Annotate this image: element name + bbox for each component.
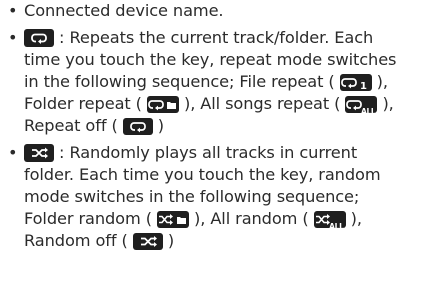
item-text: time you touch the key, repeat mode swit… bbox=[24, 50, 397, 69]
random-off-icon bbox=[132, 233, 163, 250]
icon-badge: 1 bbox=[359, 81, 367, 92]
list-item-device-name: • Connected device name. bbox=[8, 0, 420, 22]
item-text: ), All random ( bbox=[188, 209, 314, 228]
item-line: : Repeats the current track/folder. Each bbox=[24, 27, 420, 49]
item-text: : Randomly plays all tracks in current bbox=[54, 143, 358, 162]
manual-page: • Connected device name. • : Repeats the… bbox=[8, 0, 420, 252]
item-text: mode switches in the following sequence; bbox=[24, 187, 360, 206]
shuffle-key-icon bbox=[24, 144, 54, 162]
item-text: Folder repeat ( bbox=[24, 94, 147, 113]
item-text: ), bbox=[377, 94, 394, 113]
item-text: in the following sequence; File repeat ( bbox=[24, 72, 340, 91]
icon-badge: ALL bbox=[329, 222, 344, 231]
bullet: • bbox=[8, 143, 18, 162]
item-text: ) bbox=[152, 116, 164, 135]
item-text: Repeat off ( bbox=[24, 116, 123, 135]
list-item-random: • : Randomly plays all tracks in current… bbox=[8, 142, 420, 252]
item-line: in the following sequence; File repeat (… bbox=[24, 71, 420, 93]
item-text: Folder random ( bbox=[24, 209, 157, 228]
item-text: ), bbox=[345, 209, 362, 228]
all-random-icon: ALL bbox=[313, 211, 346, 231]
all-repeat-icon: ALL bbox=[345, 96, 378, 116]
repeat-key-icon bbox=[24, 29, 54, 47]
item-line: : Randomly plays all tracks in current bbox=[24, 142, 420, 164]
bullet: • bbox=[8, 1, 18, 20]
item-text: Connected device name. bbox=[24, 1, 224, 20]
item-text: : Repeats the current track/folder. Each bbox=[54, 28, 374, 47]
item-line: Folder random ( ), All random ( ALL ), bbox=[24, 208, 420, 231]
item-text: folder. Each time you touch the key, ran… bbox=[24, 165, 381, 184]
bullet: • bbox=[8, 28, 18, 47]
item-line: Folder repeat ( ), All songs repeat ( AL… bbox=[24, 93, 420, 116]
icon-badge: ALL bbox=[360, 107, 376, 116]
folder-repeat-icon bbox=[146, 96, 179, 113]
item-text: ), bbox=[371, 72, 388, 91]
item-text: ) bbox=[162, 231, 175, 250]
item-line: Random off ( ) bbox=[24, 230, 420, 252]
item-text: Random off ( bbox=[24, 231, 133, 250]
repeat-off-icon bbox=[122, 118, 153, 135]
list-item-repeat: • : Repeats the current track/folder. Ea… bbox=[8, 27, 420, 137]
folder-random-icon bbox=[156, 211, 189, 228]
item-text: ), All songs repeat ( bbox=[178, 94, 346, 113]
file-repeat-icon: 1 bbox=[339, 74, 372, 92]
